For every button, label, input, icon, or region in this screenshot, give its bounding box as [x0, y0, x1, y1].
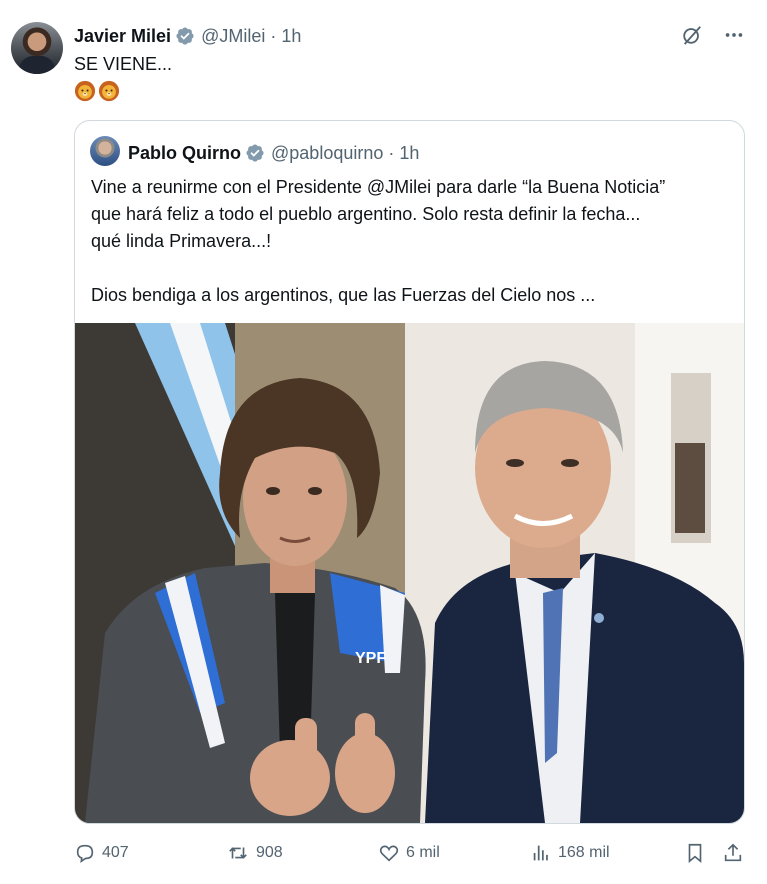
- bookmark-icon: [688, 843, 702, 864]
- tweet-text: SE VIENE...: [74, 54, 173, 74]
- bookmark-button[interactable]: [684, 842, 706, 864]
- views-count: 168 mil: [558, 844, 610, 861]
- reply-icon: [76, 844, 94, 863]
- like-count: 6 mil: [406, 844, 440, 861]
- repost-icon: [229, 847, 247, 859]
- share-icon: [724, 843, 742, 862]
- quoted-text-line: que hará feliz a todo el pueblo argentin…: [91, 204, 641, 224]
- quoted-header: Pablo Quirno @pabloquirno · 1h: [128, 141, 419, 165]
- selfie-photo: YPF: [75, 323, 744, 823]
- quoted-author-handle[interactable]: @pabloquirno: [271, 143, 383, 164]
- quoted-text-line: qué linda Primavera...!: [91, 231, 272, 251]
- share-button[interactable]: [722, 842, 744, 864]
- quoted-timestamp[interactable]: 1h: [399, 143, 419, 164]
- reply-count: 407: [102, 844, 129, 861]
- verified-badge-icon: [176, 27, 194, 45]
- jacket-logo: YPF: [355, 650, 386, 667]
- quoted-tweet[interactable]: Pablo Quirno @pabloquirno · 1h Vine a re…: [74, 120, 745, 824]
- quoted-author-name[interactable]: Pablo Quirno: [128, 143, 241, 164]
- reply-button[interactable]: 407: [74, 842, 129, 864]
- views-button[interactable]: 168 mil: [530, 842, 610, 864]
- tweet-actions: 407 908 6 mil 168 mil: [74, 840, 754, 870]
- grok-icon[interactable]: [681, 24, 703, 46]
- timestamp[interactable]: 1h: [281, 26, 301, 47]
- separator-dot: ·: [270, 25, 277, 46]
- views-icon: [533, 845, 548, 861]
- tweet-top-actions: [681, 24, 745, 46]
- quoted-text-line: Dios bendiga a los argentinos, que las F…: [91, 285, 596, 305]
- lion-face-icon: [98, 80, 120, 102]
- more-icon[interactable]: [723, 24, 745, 46]
- author-name[interactable]: Javier Milei: [74, 26, 171, 47]
- tweet-header: Javier Milei @JMilei · 1h: [74, 24, 301, 48]
- avatar[interactable]: [11, 22, 63, 74]
- quoted-avatar[interactable]: [90, 136, 120, 166]
- repost-button[interactable]: 908: [226, 842, 283, 864]
- quoted-text: Vine a reunirme con el Presidente @JMile…: [91, 174, 731, 309]
- lion-face-icon: [74, 80, 96, 102]
- like-icon: [379, 845, 399, 862]
- verified-badge-icon: [246, 144, 264, 162]
- tweet[interactable]: Javier Milei @JMilei · 1h SE VIENE... Pa…: [0, 0, 767, 884]
- quoted-text-line: Vine a reunirme con el Presidente @JMile…: [91, 177, 666, 197]
- tweet-emojis: [74, 80, 120, 102]
- author-handle[interactable]: @JMilei: [201, 26, 265, 47]
- repost-count: 908: [256, 844, 283, 861]
- like-button[interactable]: 6 mil: [378, 842, 440, 864]
- separator-dot: ·: [388, 142, 395, 163]
- quoted-photo[interactable]: YPF: [75, 323, 744, 823]
